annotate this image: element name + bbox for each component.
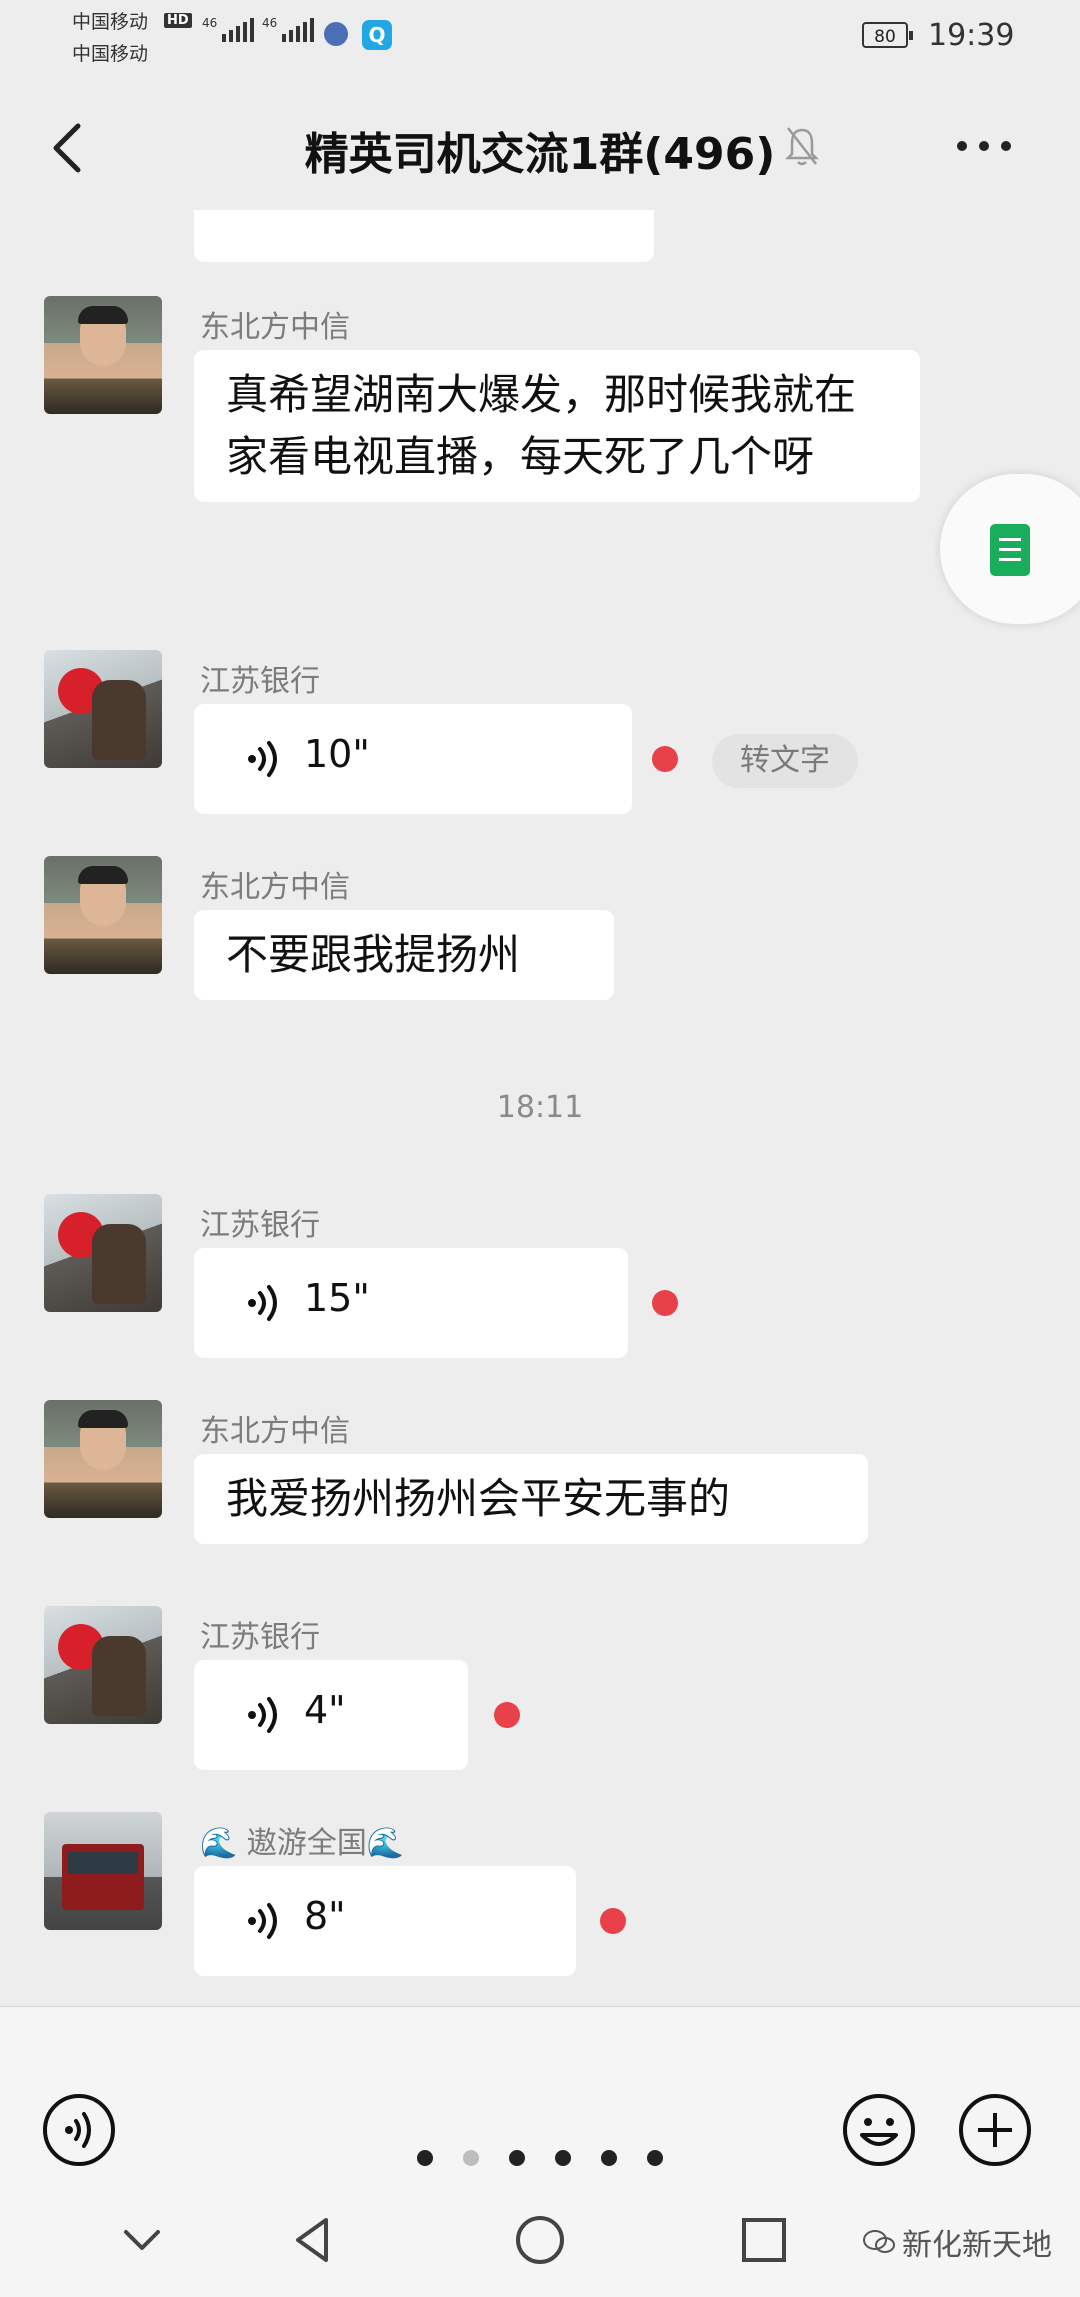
- sender-name: 东北方中信: [200, 870, 350, 905]
- floating-doc-button[interactable]: [940, 474, 1080, 624]
- message-bubble-partial[interactable]: [194, 210, 654, 262]
- page-dot: [601, 2150, 617, 2166]
- unread-dot: [652, 746, 678, 772]
- avatar-jiangsu-bank[interactable]: [44, 1606, 162, 1724]
- signal-icon: [222, 18, 254, 42]
- text-message-bubble[interactable]: 我爱扬州扬州会平安无事的: [194, 1454, 868, 1544]
- transcribe-button[interactable]: 转文字: [712, 734, 858, 788]
- page-dot: [555, 2150, 571, 2166]
- qq-app-icon: Q: [362, 20, 392, 50]
- avatar-aoyou[interactable]: [44, 1812, 162, 1930]
- ellipsis-icon[interactable]: [956, 140, 1012, 152]
- unread-dot: [652, 1290, 678, 1316]
- voice-duration: 8": [304, 1894, 346, 1938]
- network-type-label-1: 46: [202, 16, 218, 30]
- voice-duration: 10": [304, 732, 370, 776]
- chat-header: 精英司机交流1群(496): [0, 80, 1080, 210]
- voice-duration: 4": [304, 1688, 346, 1732]
- system-nav-bar: 新化新天地: [0, 2186, 1080, 2297]
- watermark: 新化新天地: [862, 2220, 1052, 2264]
- signal-icon-2: [282, 18, 314, 42]
- network-type-label-2: 46: [262, 16, 278, 30]
- unread-dot: [494, 1702, 520, 1728]
- status-time: 19:39: [928, 18, 1015, 53]
- voice-message-bubble[interactable]: 10": [194, 704, 632, 814]
- voice-duration: 15": [304, 1276, 370, 1320]
- triangle-back-icon[interactable]: [286, 2212, 342, 2268]
- battery-icon: 80: [862, 22, 913, 48]
- sender-name: 东北方中信: [200, 310, 350, 345]
- page-dot: [417, 2150, 433, 2166]
- chevron-down-icon[interactable]: [114, 2212, 170, 2268]
- bell-off-icon: [784, 127, 820, 166]
- message-list[interactable]: 东北方中信 真希望湖南大爆发，那时候我就在家看电视直播，每天死了几个呀 江苏银行…: [0, 210, 1080, 2006]
- sender-name: 江苏银行: [200, 664, 320, 699]
- circle-home-icon[interactable]: [512, 2212, 568, 2268]
- text-message-bubble[interactable]: 不要跟我提扬州: [194, 910, 614, 1000]
- chat-title: 精英司机交流1群(496): [304, 129, 776, 180]
- text-message-bubble[interactable]: 真希望湖南大爆发，那时候我就在家看电视直播，每天死了几个呀: [194, 350, 920, 502]
- voice-message-bubble[interactable]: 8": [194, 1866, 576, 1976]
- voice-wave-icon: [248, 1903, 277, 1939]
- page-dot-active: [463, 2150, 479, 2166]
- browser-app-icon: [324, 22, 348, 46]
- sender-name: 江苏银行: [200, 1620, 320, 1655]
- voice-wave-icon: [248, 1285, 277, 1321]
- watermark-text: 新化新天地: [902, 2228, 1052, 2263]
- sender-name: 🌊 遨游全国🌊: [200, 1826, 405, 1861]
- avatar-jiangsu-bank[interactable]: [44, 1194, 162, 1312]
- voice-wave-icon: [248, 1697, 277, 1733]
- avatar-dongbeifang[interactable]: [44, 856, 162, 974]
- document-icon: [990, 524, 1030, 576]
- avatar-jiangsu-bank[interactable]: [44, 650, 162, 768]
- unread-dot: [600, 1908, 626, 1934]
- voice-wave-icon: [248, 741, 277, 777]
- avatar-dongbeifang[interactable]: [44, 296, 162, 414]
- square-recent-icon[interactable]: [736, 2212, 792, 2268]
- status-bar: 中国移动 中国移动 HD 46 46 Q 80 19:39: [0, 0, 1080, 80]
- sender-name: 东北方中信: [200, 1414, 350, 1449]
- carrier-label-1: 中国移动: [72, 11, 149, 33]
- carrier-label-2: 中国移动: [72, 43, 149, 65]
- page-dot: [647, 2150, 663, 2166]
- page-dot: [509, 2150, 525, 2166]
- wechat-icon: [863, 2230, 895, 2253]
- chat-timestamp: 18:11: [496, 1090, 584, 1125]
- voice-message-bubble[interactable]: 4": [194, 1660, 468, 1770]
- sender-name: 江苏银行: [200, 1208, 320, 1243]
- avatar-dongbeifang[interactable]: [44, 1400, 162, 1518]
- hd-badge: HD: [164, 13, 192, 28]
- page-indicator: [0, 2150, 1080, 2170]
- voice-message-bubble[interactable]: 15": [194, 1248, 628, 1358]
